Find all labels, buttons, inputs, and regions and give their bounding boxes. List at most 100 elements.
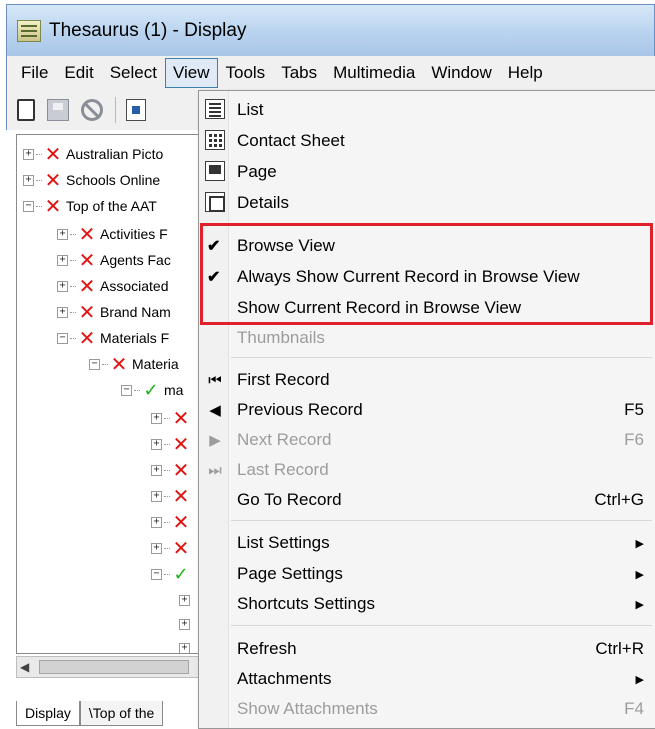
menu-item-shortcuts-settings[interactable]: Shortcuts Settings ▶ [199,589,655,619]
tree-row[interactable]: + ✕ Associated [57,273,168,299]
new-record-icon[interactable] [17,99,35,121]
previous-record-icon: ◀ [209,402,221,419]
tree-row[interactable]: + ✕ Schools Online [23,167,160,193]
menu-item-list[interactable]: List [199,95,655,125]
save-icon[interactable] [47,99,69,121]
tree-row[interactable]: + ✕ [151,405,190,431]
tree-row[interactable]: − ✕ Top of the AAT [23,193,157,219]
tab-display[interactable]: Display [16,701,80,726]
title-bar: Thesaurus (1) - Display [6,4,655,56]
menu-item-show-current-record[interactable]: Show Current Record in Browse View [199,293,655,323]
menu-window[interactable]: Window [423,58,499,88]
tree-row[interactable]: + ✕ [151,457,190,483]
expand-icon[interactable]: + [151,490,162,502]
menu-item-always-show-current-record[interactable]: ✔ Always Show Current Record in Browse V… [199,262,655,292]
tree-label: ma [164,382,184,398]
menu-item-label: Thumbnails [237,328,325,347]
menu-item-list-settings[interactable]: List Settings ▶ [199,528,655,558]
tree-row[interactable]: + ✕ Australian Picto [23,141,163,167]
tree-row[interactable]: − ✕ Materials F [57,325,169,351]
cancel-icon[interactable] [81,99,103,121]
collapse-icon[interactable]: − [57,332,68,344]
expand-icon[interactable]: + [57,228,68,240]
expand-icon[interactable]: + [151,438,162,450]
menu-item-page-settings[interactable]: Page Settings ▶ [199,559,655,589]
menu-edit[interactable]: Edit [56,58,101,88]
expand-icon[interactable]: + [151,464,162,476]
expand-icon[interactable]: + [23,148,34,160]
tree-label: Top of the AAT [66,198,157,214]
menu-tools[interactable]: Tools [218,58,274,88]
expand-icon[interactable]: + [151,542,162,554]
collapse-icon[interactable]: − [89,358,100,370]
document-icon[interactable] [126,99,146,121]
submenu-arrow-icon: ▶ [635,673,644,686]
tree-row[interactable]: + ✕ [151,509,190,535]
expand-icon[interactable]: + [23,174,34,186]
expand-icon[interactable]: + [151,412,162,424]
tree-row[interactable]: + [179,635,192,653]
tree-row[interactable]: − ✕ Materia [89,351,179,377]
menu-separator [231,520,652,521]
expand-icon[interactable]: + [179,594,190,606]
red-x-icon: ✕ [172,432,190,456]
menu-view[interactable]: View [164,58,218,88]
menu-item-first-record[interactable]: ⏮ First Record [199,365,655,395]
menu-item-go-to-record[interactable]: Go To Record Ctrl+G [199,485,655,515]
tree-row[interactable]: + ✕ Agents Fac [57,247,171,273]
menu-item-page[interactable]: Page [199,157,655,187]
menu-help[interactable]: Help [500,58,551,88]
menu-item-browse-view[interactable]: ✔ Browse View [199,231,655,261]
tree-label: Activities F [100,226,168,242]
checkmark-icon: ✔ [207,269,221,286]
menu-tabs[interactable]: Tabs [273,58,325,88]
submenu-arrow-icon: ▶ [635,568,644,581]
expand-icon[interactable]: + [151,516,162,528]
menu-select[interactable]: Select [102,58,165,88]
tree-row[interactable]: + ✕ [151,431,190,457]
expand-icon[interactable]: + [57,306,68,318]
scroll-left-icon[interactable]: ◀ [20,660,29,674]
expand-icon[interactable]: + [179,642,190,653]
menu-item-refresh[interactable]: Refresh Ctrl+R [199,634,655,664]
tab-top-of-the[interactable]: \Top of the [79,701,164,726]
menu-item-label: Show Attachments [237,699,378,718]
expand-icon[interactable]: + [57,254,68,266]
tree-row[interactable]: + ✕ [151,483,190,509]
tree-row[interactable]: + [179,587,192,613]
green-check-icon: ✓ [173,563,189,585]
collapse-icon[interactable]: − [23,200,34,212]
tree-row[interactable]: + [179,611,192,637]
menu-shortcut: Ctrl+R [595,639,644,658]
thesaurus-tree[interactable]: + ✕ Australian Picto + ✕ Schools Online … [16,134,202,654]
green-check-icon: ✓ [143,379,159,401]
menu-item-details[interactable]: Details [199,188,655,218]
scroll-thumb[interactable] [39,660,189,674]
menu-item-next-record: ▶ Next Record F6 [199,425,655,455]
horizontal-scrollbar[interactable]: ◀ [16,656,202,678]
menu-multimedia[interactable]: Multimedia [325,58,423,88]
collapse-icon[interactable]: − [151,568,162,580]
menu-item-label: Previous Record [237,400,363,419]
tree-label: Materia [132,356,179,372]
expand-icon[interactable]: + [179,618,190,630]
tree-row[interactable]: − ✓ ma [121,377,183,403]
tree-row[interactable]: + ✕ [151,535,190,561]
menu-item-label: Next Record [237,430,332,449]
menu-item-previous-record[interactable]: ◀ Previous Record F5 [199,395,655,425]
menu-bar: File Edit Select View Tools Tabs Multime… [6,56,655,90]
red-x-icon: ✕ [78,326,96,350]
menu-item-contact-sheet[interactable]: Contact Sheet [199,126,655,156]
window-title: Thesaurus (1) - Display [49,19,247,41]
tree-row[interactable]: + ✕ Brand Nam [57,299,171,325]
red-x-icon: ✕ [78,222,96,246]
expand-icon[interactable]: + [57,280,68,292]
tree-row[interactable]: + ✕ Activities F [57,221,168,247]
toolbar [6,90,202,130]
menu-file[interactable]: File [13,58,56,88]
menu-item-label: Shortcuts Settings [237,594,375,613]
menu-item-attachments[interactable]: Attachments ▶ [199,664,655,694]
collapse-icon[interactable]: − [121,384,132,396]
tree-row[interactable]: − ✓ [151,561,190,587]
menu-item-label: Refresh [237,639,297,658]
